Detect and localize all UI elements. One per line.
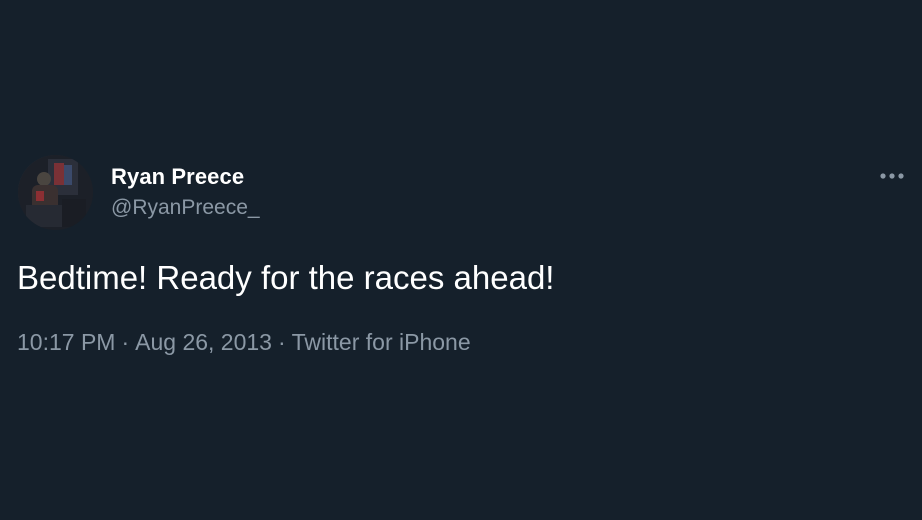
more-options-button[interactable] bbox=[876, 166, 910, 186]
user-handle[interactable]: @RyanPreece_ bbox=[111, 195, 260, 221]
tweet-source-link[interactable]: Twitter for iPhone bbox=[292, 329, 471, 355]
display-name[interactable]: Ryan Preece bbox=[111, 164, 260, 190]
meta-separator: · bbox=[277, 329, 286, 355]
tweet-timestamp-time[interactable]: 10:17 PM bbox=[17, 329, 115, 355]
meta-separator: · bbox=[121, 329, 130, 355]
tweet-timestamp-date[interactable]: Aug 26, 2013 bbox=[135, 329, 272, 355]
avatar-image bbox=[18, 155, 93, 230]
tweet-text: Bedtime! Ready for the races ahead! bbox=[17, 259, 555, 296]
tweet-metadata: 10:17 PM · Aug 26, 2013 · Twitter for iPhone bbox=[17, 327, 471, 357]
tweet-card: Ryan Preece @RyanPreece_ Bedtime! Ready … bbox=[0, 0, 922, 520]
more-horizontal-icon bbox=[880, 173, 904, 179]
avatar[interactable] bbox=[18, 155, 93, 230]
author-info: Ryan Preece @RyanPreece_ bbox=[111, 164, 260, 221]
